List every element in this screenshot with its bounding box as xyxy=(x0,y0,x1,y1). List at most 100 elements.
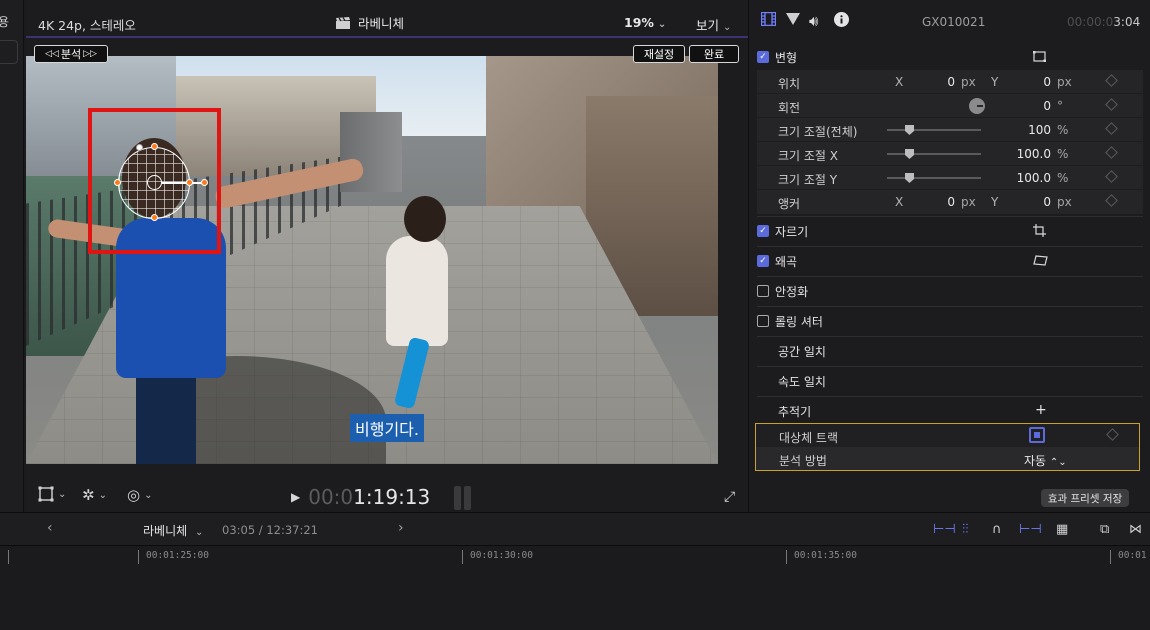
stabilization-section[interactable]: 안정화 xyxy=(757,276,1143,306)
add-tracker-button[interactable]: + xyxy=(1035,402,1047,418)
crop-onscreen-icon[interactable] xyxy=(1033,224,1046,237)
crop-section[interactable]: ✓ 자르기 xyxy=(757,216,1143,246)
keyframe-icon[interactable] xyxy=(1105,98,1118,111)
scale-x-value[interactable]: 100.0 xyxy=(1003,147,1051,161)
caption-text[interactable]: 비행기다. xyxy=(350,414,424,442)
reset-button[interactable]: 재설정 xyxy=(633,45,685,63)
audio-waveform-icon[interactable]: ⫶⫶ xyxy=(962,522,969,537)
scale-all-slider[interactable] xyxy=(887,125,981,135)
up-down-chevron-icon: ⌃⌄ xyxy=(1049,457,1067,468)
tracker-center-handle[interactable] xyxy=(147,175,162,190)
keyframe-icon[interactable] xyxy=(1106,428,1119,441)
video-frame[interactable]: 비행기다. xyxy=(26,56,718,464)
enhance-tool-menu[interactable]: ✲ ⌄ xyxy=(82,486,107,504)
info-inspector-tab[interactable] xyxy=(834,12,849,31)
distort-checkbox[interactable]: ✓ xyxy=(757,255,769,267)
position-x-value[interactable]: 0 xyxy=(917,75,955,89)
headphones-icon[interactable]: ∩ xyxy=(992,522,1002,537)
tracker-handle-right[interactable] xyxy=(186,179,193,186)
clip-name: 라베니체 xyxy=(358,16,405,31)
rolling-shutter-checkbox[interactable] xyxy=(757,315,769,327)
scale-x-slider[interactable] xyxy=(887,149,981,159)
rate-conform-section[interactable]: 속도 일치 xyxy=(757,366,1143,396)
rotation-dial[interactable] xyxy=(969,98,985,114)
timeline-back-icon[interactable]: ‹ xyxy=(47,520,53,536)
scale-y-label: 크기 조절 Y xyxy=(778,173,838,187)
audio-inspector-tab[interactable]: 🔊︎ xyxy=(809,12,818,30)
step-forward-icon[interactable]: ▷▷ xyxy=(83,49,97,59)
transitions-icon[interactable]: ⧉ xyxy=(1100,522,1109,537)
timeline-position: 03:05 / 12:37:21 xyxy=(222,523,318,537)
effects-browser-icon[interactable]: ▦ xyxy=(1056,522,1068,537)
anchor-x-value[interactable]: 0 xyxy=(917,195,955,209)
ruler-tick: 00:01:25:00 xyxy=(138,550,209,564)
viewer: 4K 24p, 스테레오 라베니체 19% ⌄ 보기 ⌄ 비행기다. ◁◁ 분석… xyxy=(26,0,748,512)
timecode-display[interactable]: ▶ 00:01:19:13 xyxy=(291,485,430,509)
transform-onscreen-icon[interactable] xyxy=(1033,51,1046,62)
viewer-progress-rule xyxy=(26,36,748,38)
tracker-handle-left[interactable] xyxy=(114,179,121,186)
analysis-method-select[interactable]: 자동 ⌃⌄ xyxy=(1024,452,1067,469)
scale-y-value[interactable]: 100.0 xyxy=(1003,171,1051,185)
format-label: 4K 24p, 스테레오 xyxy=(38,18,136,33)
play-icon[interactable]: ▶ xyxy=(291,490,300,504)
tracker-handle-bottom[interactable] xyxy=(151,214,158,221)
timecode-dim: 00:0 xyxy=(308,485,354,509)
slider-knob[interactable] xyxy=(905,125,914,135)
transform-checkbox[interactable]: ✓ xyxy=(757,51,769,63)
save-effects-preset-button[interactable]: 효과 프리셋 저장 xyxy=(1041,489,1129,507)
tracker-handle-top[interactable] xyxy=(151,143,158,150)
keyframe-icon[interactable] xyxy=(1105,74,1118,87)
done-button[interactable]: 완료 xyxy=(689,45,739,63)
transform-tool-menu[interactable]: ⌄ xyxy=(38,486,66,502)
timeline-ruler[interactable]: 00:01:25:00 00:01:30:00 00:01:35:00 00:0… xyxy=(0,546,1150,566)
tracker-white-handle[interactable] xyxy=(136,144,143,151)
viewer-header: 4K 24p, 스테레오 라베니체 19% ⌄ 보기 ⌄ xyxy=(26,4,748,36)
video-inspector-tab[interactable] xyxy=(760,11,777,30)
project-menu[interactable]: 라베니체 ⌄ xyxy=(143,522,203,539)
analyze-button-group[interactable]: ◁◁ 분석 ▷▷ xyxy=(34,45,108,63)
speed-tool-menu[interactable]: ◎ ⌄ xyxy=(127,486,152,504)
keyframe-icon[interactable] xyxy=(1105,194,1118,207)
fullscreen-icon[interactable]: ⤢ xyxy=(724,489,735,505)
step-back-icon[interactable]: ◁◁ xyxy=(45,49,59,59)
position-row: 위치 X 0 px Y 0 px xyxy=(757,70,1143,94)
keyframe-icon[interactable] xyxy=(1105,146,1118,159)
view-menu[interactable]: 보기 ⌄ xyxy=(696,15,731,34)
clip-appearance-icon[interactable]: ⊢⊣ xyxy=(933,522,956,537)
rotation-row: 회전 0 ° xyxy=(757,94,1143,118)
chevron-down-icon: ⌄ xyxy=(657,19,667,30)
timeline-tracks[interactable] xyxy=(0,566,1150,630)
zoom-menu[interactable]: 19% ⌄ xyxy=(624,15,666,30)
distort-section[interactable]: ✓ 왜곡 xyxy=(757,246,1143,276)
video-girl-head xyxy=(404,196,446,242)
snapping-icon[interactable]: ⊢⊣ xyxy=(1019,522,1042,537)
spatial-conform-section[interactable]: 공간 일치 xyxy=(757,336,1143,366)
scale-all-value[interactable]: 100 xyxy=(1003,123,1051,137)
tracker-section[interactable]: 추적기 + xyxy=(757,396,1143,426)
transitions-browser-icon[interactable]: ⋈ xyxy=(1129,522,1142,537)
tracker-handle-rotate[interactable] xyxy=(201,179,208,186)
slider-knob[interactable] xyxy=(905,149,914,159)
crop-checkbox[interactable]: ✓ xyxy=(757,225,769,237)
position-y-value[interactable]: 0 xyxy=(1013,75,1051,89)
anchor-y-value[interactable]: 0 xyxy=(1013,195,1051,209)
keyframe-icon[interactable] xyxy=(1105,122,1118,135)
slider-knob[interactable] xyxy=(905,173,914,183)
scale-y-row: 크기 조절 Y 100.0 % xyxy=(757,166,1143,190)
spatial-conform-label: 공간 일치 xyxy=(778,344,826,359)
object-track-row[interactable]: 대상체 트랙 xyxy=(756,424,1139,447)
color-inspector-tab[interactable] xyxy=(786,12,800,30)
transform-section[interactable]: ✓ 변형 xyxy=(757,42,1143,72)
stabilization-checkbox[interactable] xyxy=(757,285,769,297)
keyframe-icon[interactable] xyxy=(1105,170,1118,183)
rotation-value[interactable]: 0 xyxy=(1013,99,1051,113)
timeline-forward-icon[interactable]: › xyxy=(398,520,404,536)
browser-thumbnail-edge[interactable] xyxy=(0,40,18,64)
crop-label: 자르기 xyxy=(775,224,809,239)
distort-onscreen-icon[interactable] xyxy=(1033,255,1048,266)
scale-y-slider[interactable] xyxy=(887,173,981,183)
object-track-icon[interactable] xyxy=(1029,427,1045,443)
rolling-shutter-label: 롤링 셔터 xyxy=(775,314,823,329)
rolling-shutter-section[interactable]: 롤링 셔터 xyxy=(757,306,1143,336)
